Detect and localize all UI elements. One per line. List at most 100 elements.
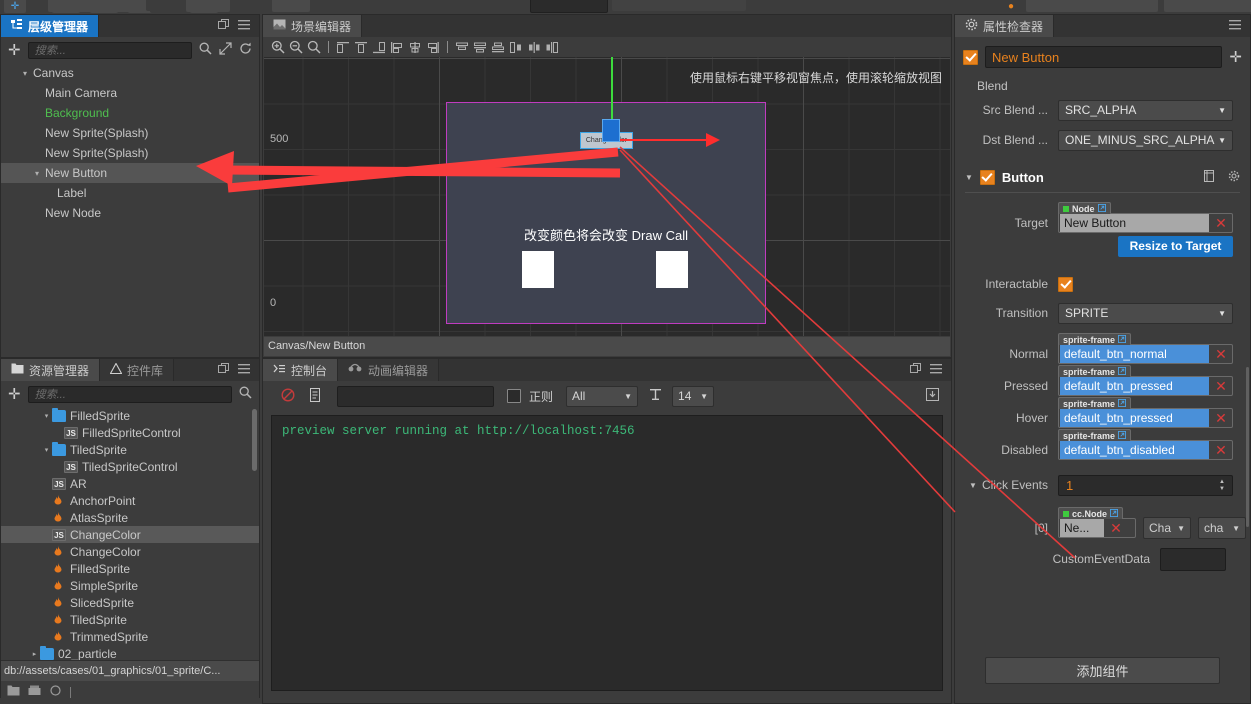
top-scene-field[interactable] — [530, 0, 608, 13]
event-node-ref-box[interactable]: Ne... ✕ — [1058, 518, 1136, 538]
state-ref-box[interactable]: default_btn_normal ✕ — [1058, 344, 1233, 364]
open-external-icon[interactable] — [1118, 398, 1127, 409]
font-size-icon[interactable] — [649, 388, 662, 404]
log-level-select[interactable]: All ▼ — [566, 385, 639, 407]
expand-arrow-icon[interactable]: ▾ — [31, 169, 43, 178]
asset-item-02-particle[interactable]: ▸ 02_particle — [1, 645, 259, 661]
event-component-select[interactable]: Cha ▼ — [1143, 517, 1191, 539]
clear-state-icon[interactable]: ✕ — [1210, 410, 1232, 427]
tab-inspector[interactable]: 属性检查器 — [955, 15, 1055, 37]
hierarchy-tree[interactable]: ▾ Canvas Main Camera Background New Sprite(S… — [1, 63, 259, 357]
button-component-header[interactable]: ▼ Button — [955, 165, 1250, 189]
top-rotate-tool[interactable] — [90, 0, 118, 13]
align-left-edge-icon[interactable] — [388, 38, 406, 56]
target-ref-box[interactable]: New Button ✕ — [1058, 213, 1233, 233]
align-left-icon[interactable] — [334, 38, 352, 56]
add-node-button[interactable]: ✛ — [8, 43, 21, 58]
asset-item-tiledsprite[interactable]: TiledSprite — [1, 611, 259, 628]
tab-console[interactable]: 控制台 — [263, 359, 339, 381]
assets-scrollbar[interactable] — [252, 409, 257, 471]
gizmo-center-handle[interactable] — [602, 119, 620, 142]
add-component-plus-icon[interactable]: ✛ — [1229, 50, 1242, 65]
tab-assets[interactable]: 资源管理器 — [1, 359, 101, 381]
scene-viewport[interactable]: 使用鼠标右键平移视窗焦点，使用滚轮缩放视图 改变颜色将会改变 Draw Call… — [264, 57, 950, 336]
expand-arrow-icon[interactable]: ▾ — [41, 446, 52, 454]
dock-icon[interactable] — [218, 363, 229, 377]
align-bottom-icon[interactable] — [489, 38, 507, 56]
top-tool-group-4[interactable] — [272, 0, 310, 12]
menu-icon[interactable] — [238, 19, 250, 33]
expand-icon[interactable] — [219, 42, 232, 58]
open-external-icon[interactable] — [1118, 430, 1127, 441]
open-external-icon[interactable] — [1110, 508, 1119, 519]
tab-widget-library[interactable]: 控件库 — [100, 359, 175, 381]
menu-icon[interactable] — [930, 363, 942, 377]
asset-item-filledsprite[interactable]: FilledSprite — [1, 560, 259, 577]
add-component-button[interactable]: 添加组件 — [985, 657, 1220, 684]
hierarchy-node-background[interactable]: Background — [1, 103, 259, 123]
align-right-edge-icon[interactable] — [424, 38, 442, 56]
align-top-icon[interactable] — [453, 38, 471, 56]
console-filter-input[interactable] — [337, 385, 494, 407]
state-ref-value[interactable]: default_btn_normal — [1060, 345, 1209, 363]
state-ref-value[interactable]: default_btn_disabled — [1060, 441, 1209, 459]
assets-tree[interactable]: ▾ FilledSprite JS FilledSpriteControl ▾ Tiled… — [1, 407, 259, 661]
footer-icon-2[interactable] — [28, 685, 41, 699]
align-middle-v-icon[interactable] — [471, 38, 489, 56]
hierarchy-node-canvas[interactable]: ▾ Canvas — [1, 63, 259, 83]
dst-blend-select[interactable]: ONE_MINUS_SRC_ALPHA ▼ — [1058, 129, 1233, 151]
align-right-icon[interactable] — [370, 38, 388, 56]
state-ref-box[interactable]: default_btn_pressed ✕ — [1058, 376, 1233, 396]
asset-item-changecolor[interactable]: JS ChangeColor — [1, 526, 259, 543]
state-ref-value[interactable]: default_btn_pressed — [1060, 409, 1209, 427]
expand-arrow-icon[interactable]: ▾ — [19, 69, 31, 78]
console-log-area[interactable]: preview server running at http://localho… — [271, 415, 943, 691]
menu-icon[interactable] — [1229, 19, 1241, 33]
dock-icon[interactable] — [910, 363, 921, 377]
hierarchy-node-label[interactable]: Label — [1, 183, 259, 203]
add-asset-button[interactable]: ✛ — [8, 387, 21, 402]
expand-arrow-icon[interactable]: ▸ — [29, 650, 40, 658]
tab-scene-editor[interactable]: 场景编辑器 — [263, 15, 363, 37]
collapse-icon[interactable] — [926, 388, 939, 404]
asset-item-trimmedsprite[interactable]: TrimmedSprite — [1, 628, 259, 645]
collapse-arrow-icon[interactable]: ▼ — [965, 173, 973, 182]
footer-icon-1[interactable] — [7, 685, 20, 699]
state-ref-value[interactable]: default_btn_pressed — [1060, 377, 1209, 395]
clear-state-icon[interactable]: ✕ — [1210, 442, 1232, 459]
event-node-value[interactable]: Ne... — [1060, 519, 1104, 537]
top-play-button[interactable] — [236, 0, 266, 13]
asset-item-filledsprite[interactable]: ▾ FilledSprite — [1, 407, 259, 424]
open-external-icon[interactable] — [1097, 203, 1106, 214]
asset-item-slicedsprite[interactable]: SlicedSprite — [1, 594, 259, 611]
font-size-select[interactable]: 14 ▼ — [672, 385, 715, 407]
node-name-input[interactable]: New Button — [985, 46, 1223, 68]
interactable-checkbox[interactable] — [1058, 276, 1073, 292]
zoom-out-icon[interactable] — [287, 38, 305, 56]
custom-event-data-input[interactable] — [1160, 547, 1226, 571]
search-icon[interactable] — [239, 386, 252, 402]
hierarchy-node-new-button[interactable]: ▾ New Button — [1, 163, 259, 183]
hierarchy-node-new-sprite-splash[interactable]: New Sprite(Splash) — [1, 123, 259, 143]
top-add-button[interactable]: ✛ — [4, 0, 26, 13]
refresh-icon[interactable] — [239, 42, 252, 58]
align-center-h-icon[interactable] — [352, 38, 370, 56]
distribute-left-icon[interactable] — [507, 38, 525, 56]
src-blend-select[interactable]: SRC_ALPHA ▼ — [1058, 99, 1233, 121]
top-move-tool[interactable] — [52, 0, 80, 13]
regex-checkbox[interactable] — [507, 389, 521, 403]
clear-target-icon[interactable]: ✕ — [1210, 215, 1232, 232]
align-middle-icon[interactable] — [406, 38, 424, 56]
footer-icon-3[interactable] — [49, 685, 62, 699]
transition-select[interactable]: SPRITE ▼ — [1058, 302, 1233, 324]
stepper-icon[interactable]: ▲ ▼ — [1219, 479, 1225, 492]
asset-item-anchorpoint[interactable]: AnchorPoint — [1, 492, 259, 509]
asset-item-changecolor[interactable]: ChangeColor — [1, 543, 259, 560]
assets-search-input[interactable]: 搜索... — [27, 385, 232, 403]
asset-item-tiledsprite[interactable]: ▾ TiledSprite — [1, 441, 259, 458]
hierarchy-node-main-camera[interactable]: Main Camera — [1, 83, 259, 103]
state-ref-box[interactable]: default_btn_disabled ✕ — [1058, 440, 1233, 460]
asset-item-atlassprite[interactable]: AtlasSprite — [1, 509, 259, 526]
collapse-arrow-icon[interactable]: ▼ — [969, 481, 977, 490]
top-build-button[interactable] — [1164, 0, 1251, 12]
